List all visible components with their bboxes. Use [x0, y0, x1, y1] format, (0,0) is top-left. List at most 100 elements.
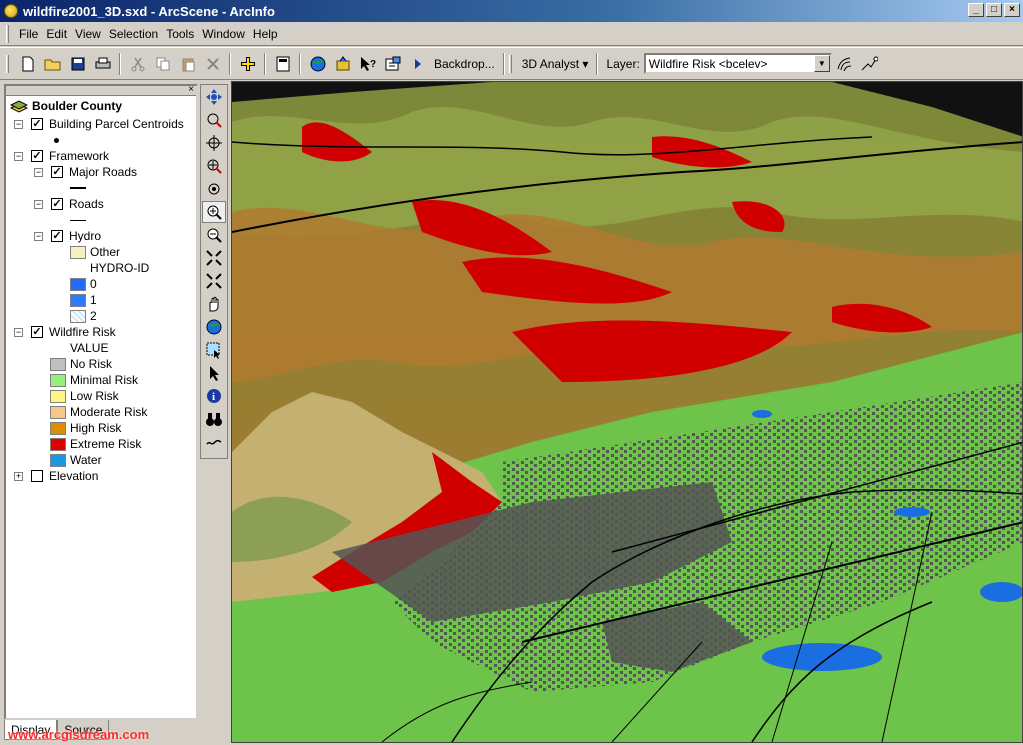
layer-name: Hydro: [69, 229, 102, 243]
line-of-sight-icon[interactable]: [858, 52, 881, 75]
legend-label: No Risk: [70, 357, 113, 371]
3d-analyst-menu[interactable]: 3D Analyst ▾: [518, 57, 593, 71]
close-button[interactable]: ×: [1004, 3, 1020, 17]
layer-name: Elevation: [49, 469, 99, 483]
legend-class: Other: [70, 244, 120, 260]
set-observer-icon[interactable]: [202, 178, 226, 200]
legend-field-name: HYDRO-ID: [90, 260, 149, 276]
select-pointer-icon[interactable]: [202, 362, 226, 384]
chevron-down-icon[interactable]: ▼: [813, 55, 830, 72]
navigate-icon[interactable]: [202, 86, 226, 108]
play-arrow-icon[interactable]: [406, 52, 429, 75]
arctoolbox-icon[interactable]: [331, 52, 354, 75]
layer-visibility-checkbox[interactable]: ✓: [31, 118, 43, 130]
toolbar-grip[interactable]: [6, 54, 9, 73]
layer-dropdown[interactable]: Wildfire Risk <bcelev> ▼: [643, 53, 832, 74]
open-folder-icon[interactable]: [41, 52, 64, 75]
legend-label: Moderate Risk: [70, 405, 148, 419]
menu-view[interactable]: View: [71, 25, 105, 43]
collapse-icon[interactable]: −: [34, 231, 43, 241]
collapse-icon[interactable]: −: [14, 327, 23, 337]
menu-help[interactable]: Help: [249, 25, 282, 43]
toolbar-grip[interactable]: [508, 54, 512, 73]
menu-file[interactable]: File: [15, 25, 42, 43]
globe-icon[interactable]: [306, 52, 329, 75]
full-extent-icon[interactable]: [202, 270, 226, 292]
legend-swatch: [50, 405, 66, 419]
legend-label: Low Risk: [70, 389, 119, 403]
zoom-out-icon[interactable]: [202, 224, 226, 246]
layer-visibility-checkbox[interactable]: ✓: [31, 150, 43, 162]
minimize-button[interactable]: _: [968, 3, 984, 17]
layer-visibility-checkbox[interactable]: ✓: [31, 326, 43, 338]
svg-text:?: ?: [370, 59, 376, 70]
line-symbol-icon: [70, 219, 86, 221]
collapse-icon[interactable]: −: [14, 119, 23, 129]
layer-wildfire-risk[interactable]: − ✓ Wildfire Risk: [14, 324, 116, 340]
menu-window[interactable]: Window: [198, 25, 249, 43]
fly-icon[interactable]: [202, 109, 226, 131]
layer-visibility-checkbox[interactable]: ✓: [51, 198, 63, 210]
legend-swatch: [70, 309, 86, 323]
layer-building-parcel-centroids[interactable]: − ✓ Building Parcel Centroids: [14, 116, 184, 132]
layer-visibility-checkbox[interactable]: ✓: [51, 230, 63, 242]
menu-tools[interactable]: Tools: [162, 25, 198, 43]
legend-class: No Risk: [50, 356, 112, 372]
watermark-text: www.arcgisdream.com: [8, 727, 150, 742]
save-icon[interactable]: [66, 52, 89, 75]
layer-roads[interactable]: − ✓ Roads: [34, 196, 104, 212]
legend-swatch: [50, 421, 66, 435]
legend-class: Low Risk: [50, 388, 119, 404]
globe-view-icon[interactable]: [202, 316, 226, 338]
print-icon[interactable]: [91, 52, 114, 75]
expand-icon[interactable]: +: [14, 471, 23, 481]
layer-name: Roads: [69, 197, 104, 211]
legend-class: 0: [70, 276, 97, 292]
layer-visibility-checkbox[interactable]: [31, 470, 43, 482]
backdrop-button[interactable]: Backdrop...: [430, 57, 499, 71]
animation-icon[interactable]: [381, 52, 404, 75]
paste-icon[interactable]: [176, 52, 199, 75]
layer-elevation[interactable]: + Elevation: [14, 468, 98, 484]
legend-field-label: VALUE: [70, 341, 109, 355]
fixed-zoom-in-icon[interactable]: [202, 247, 226, 269]
toc-close-icon[interactable]: ×: [188, 86, 194, 95]
collapse-icon[interactable]: −: [34, 167, 43, 177]
legend-class: 1: [70, 292, 97, 308]
target-center-icon[interactable]: [202, 132, 226, 154]
3d-scene-view[interactable]: [231, 81, 1023, 743]
menu-edit[interactable]: Edit: [42, 25, 71, 43]
new-document-icon[interactable]: [16, 52, 39, 75]
layer-dropdown-value: Wildfire Risk <bcelev>: [648, 56, 768, 71]
find-binoculars-icon[interactable]: [202, 408, 226, 430]
legend-field-name: VALUE: [70, 340, 108, 356]
table-of-contents: × Boulder County − ✓ Building Parcel Cen…: [4, 84, 198, 720]
layer-visibility-checkbox[interactable]: ✓: [51, 166, 63, 178]
scene-properties-icon[interactable]: [271, 52, 294, 75]
whats-this-icon[interactable]: ?: [356, 52, 379, 75]
contour-tool-icon[interactable]: [833, 52, 856, 75]
layer-hydro[interactable]: − ✓ Hydro: [34, 228, 101, 244]
layer-framework[interactable]: − ✓ Framework: [14, 148, 109, 164]
pan-hand-icon[interactable]: [202, 293, 226, 315]
menu-selection[interactable]: Selection: [105, 25, 162, 43]
zoom-in-icon[interactable]: [202, 201, 226, 223]
maximize-button[interactable]: □: [986, 3, 1002, 17]
zoom-to-target-icon[interactable]: [202, 155, 226, 177]
legend-class: Minimal Risk: [50, 372, 138, 388]
collapse-icon[interactable]: −: [34, 199, 43, 209]
toc-root-scene[interactable]: Boulder County: [10, 98, 122, 114]
cut-icon[interactable]: [126, 52, 149, 75]
menubar-grip[interactable]: [6, 24, 9, 43]
layer-major-roads[interactable]: − ✓ Major Roads: [34, 164, 137, 180]
delete-icon[interactable]: [201, 52, 224, 75]
collapse-icon[interactable]: −: [14, 151, 23, 161]
select-features-icon[interactable]: [202, 339, 226, 361]
identify-info-icon[interactable]: i: [202, 385, 226, 407]
measure-icon[interactable]: [202, 431, 226, 453]
arcscene-app-icon[interactable]: [4, 4, 18, 18]
add-data-icon[interactable]: [236, 52, 259, 75]
toolbar-separator: [229, 52, 231, 75]
copy-icon[interactable]: [151, 52, 174, 75]
terrain-rendering[interactable]: [232, 82, 1023, 743]
